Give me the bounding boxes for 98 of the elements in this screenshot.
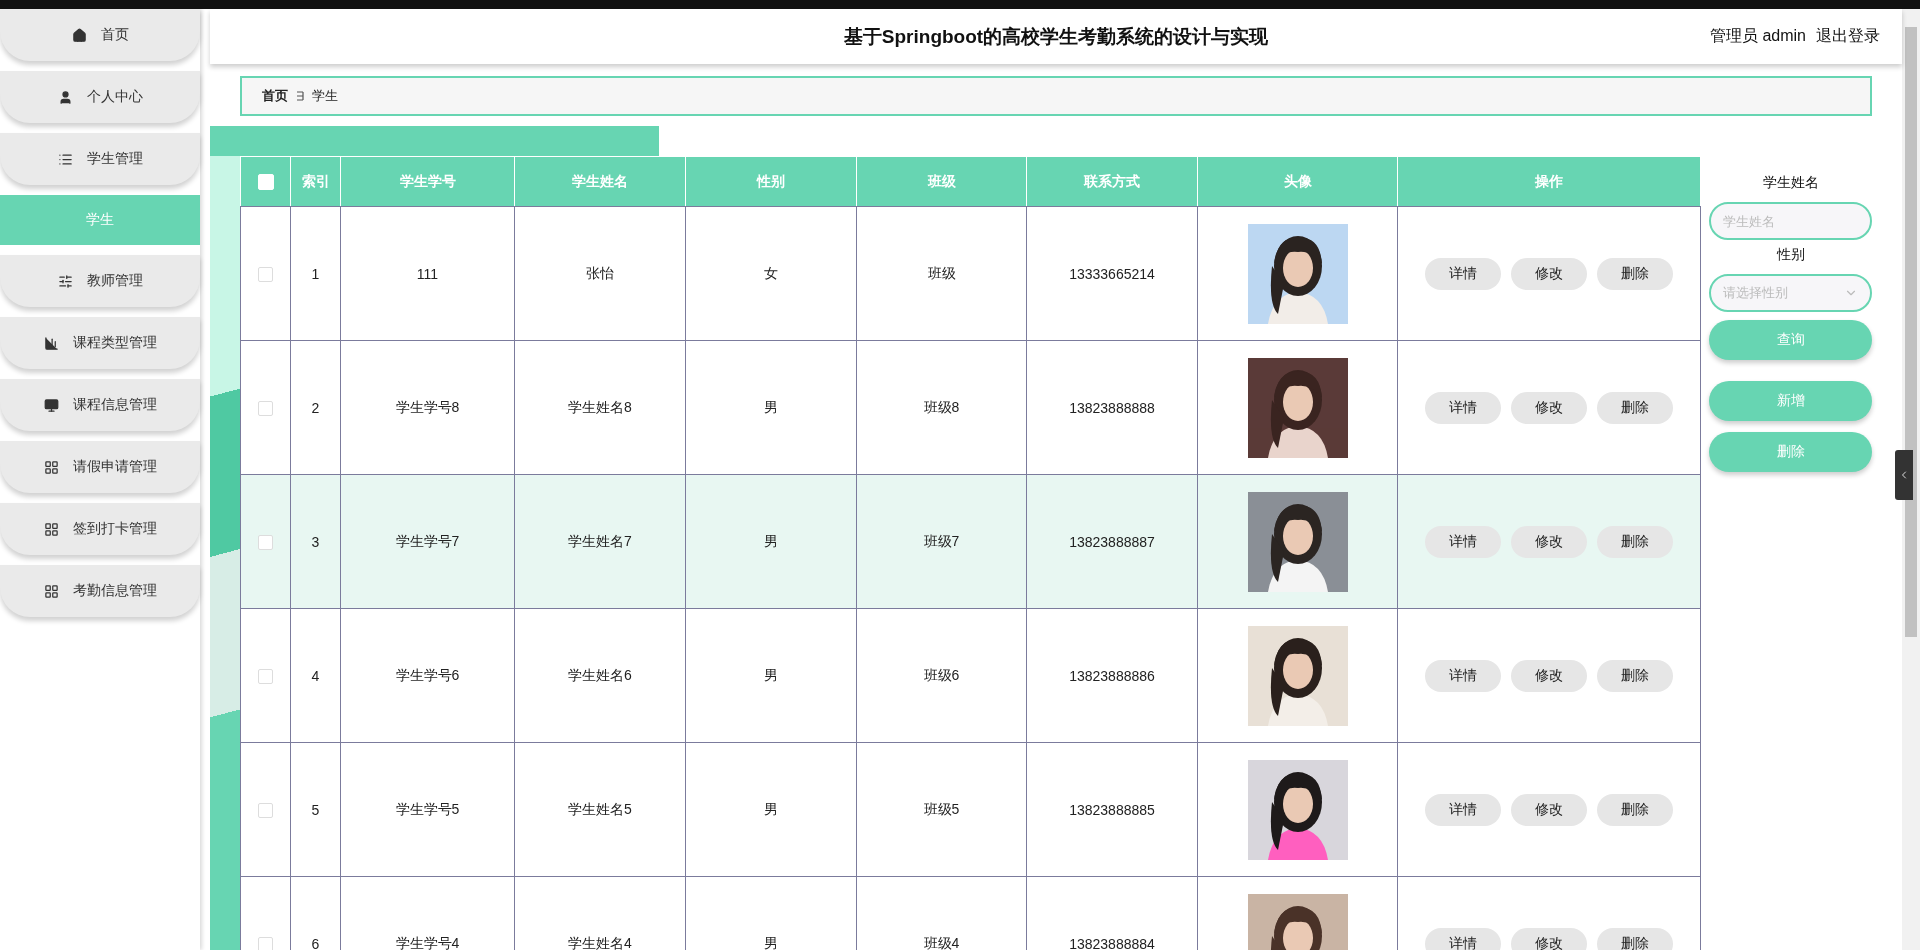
- menu-item-icon: [57, 151, 73, 167]
- table-cell: 111: [340, 206, 515, 341]
- table-row[interactable]: 1 111 张怡 女 班级 13333665214 详情 修改 删除: [240, 206, 1701, 341]
- table-cell: 张怡: [514, 206, 686, 341]
- menu-item-icon: [43, 397, 59, 413]
- row-checkbox[interactable]: [258, 936, 273, 950]
- action-button[interactable]: 删除: [1597, 391, 1673, 424]
- sidebar-item[interactable]: 课程类型管理: [0, 317, 200, 369]
- action-button[interactable]: 删除: [1597, 525, 1673, 558]
- table-cell: 学生姓名5: [514, 742, 686, 877]
- menu-item-icon: [43, 335, 59, 351]
- scrollbar[interactable]: [1902, 9, 1920, 950]
- table-cell: 女: [685, 206, 857, 341]
- sidebar-item[interactable]: 考勤信息管理: [0, 565, 200, 617]
- action-button[interactable]: 删除: [1597, 927, 1673, 950]
- separator-icon: [296, 91, 304, 101]
- action-button[interactable]: 修改: [1511, 257, 1587, 290]
- sidebar-item[interactable]: 首页: [0, 9, 200, 61]
- action-button[interactable]: 修改: [1511, 525, 1587, 558]
- table-row[interactable]: 5 学生学号5 学生姓名5 男 班级5 13823888885 详情 修改 删除: [240, 742, 1701, 877]
- row-checkbox[interactable]: [258, 266, 273, 282]
- table-cell: 班级6: [856, 608, 1027, 743]
- column-header: 学生学号: [340, 156, 515, 207]
- table-cell: 13823888886: [1026, 608, 1198, 743]
- user-label: 管理员 admin: [1709, 26, 1806, 46]
- action-button[interactable]: 修改: [1511, 927, 1587, 950]
- table-cell: 男: [685, 742, 857, 877]
- column-header: 联系方式: [1026, 156, 1198, 207]
- row-checkbox[interactable]: [258, 802, 273, 818]
- collapse-handle[interactable]: [1895, 450, 1913, 500]
- app-title: 基于Springboot的高校学生考勤系统的设计与实现: [843, 24, 1269, 49]
- table-row[interactable]: 3 学生学号7 学生姓名7 男 班级7 13823888887 详情 修改 删除: [240, 474, 1701, 609]
- action-button[interactable]: 详情: [1425, 793, 1501, 826]
- menu-item-icon: [43, 459, 59, 475]
- sidebar-item[interactable]: 个人中心: [0, 71, 200, 123]
- logout-link[interactable]: 退出登录: [1816, 26, 1880, 47]
- column-header: 学生姓名: [514, 156, 686, 207]
- table-cell: 13823888885: [1026, 742, 1198, 877]
- field-label: 学生姓名: [1762, 174, 1819, 192]
- menu-item-icon: [71, 27, 87, 43]
- row-checkbox[interactable]: [258, 400, 273, 416]
- action-button[interactable]: 详情: [1425, 391, 1501, 424]
- sidebar-item[interactable]: 签到打卡管理: [0, 503, 200, 555]
- field-label: 性别: [1776, 246, 1805, 264]
- table-cell: 学生姓名6: [514, 608, 686, 743]
- breadcrumb-link[interactable]: 学生: [312, 87, 338, 105]
- menu-item-icon: [43, 521, 59, 537]
- action-button[interactable]: 详情: [1425, 257, 1501, 290]
- table-cell: 学生姓名7: [514, 474, 686, 609]
- table-row[interactable]: 2 学生学号8 学生姓名8 男 班级8 13823888888 详情 修改 删除: [240, 340, 1701, 475]
- action-button[interactable]: 修改: [1511, 659, 1587, 692]
- sidebar-item[interactable]: 教师管理: [0, 255, 200, 307]
- menu-item-icon: [43, 583, 59, 599]
- sidebar-item[interactable]: 课程信息管理: [0, 379, 200, 431]
- table-cell: 学生学号7: [340, 474, 515, 609]
- action-button[interactable]: 详情: [1425, 525, 1501, 558]
- table-cell: 班级7: [856, 474, 1027, 609]
- menu-item-icon: [57, 273, 73, 289]
- table-cell: 男: [685, 340, 857, 475]
- table-cell: 13823888887: [1026, 474, 1198, 609]
- table-cell: 学生学号5: [340, 742, 515, 877]
- breadcrumb-link[interactable]: 首页: [262, 87, 288, 105]
- table-cell: 班级5: [856, 742, 1027, 877]
- row-checkbox[interactable]: [258, 534, 273, 550]
- action-button[interactable]: 修改: [1511, 391, 1587, 424]
- select-all-checkbox[interactable]: [257, 174, 274, 191]
- column-header: 索引: [290, 156, 341, 207]
- table-cell: 学生姓名8: [514, 340, 686, 475]
- input-field[interactable]: 学生姓名: [1709, 202, 1872, 240]
- action-button[interactable]: 详情: [1425, 659, 1501, 692]
- table-cell: 5: [290, 742, 341, 877]
- table-cell: 学生学号6: [340, 608, 515, 743]
- table-cell: 班级8: [856, 340, 1027, 475]
- action-button[interactable]: 删除: [1597, 793, 1673, 826]
- table-cell: 2: [290, 340, 341, 475]
- table-cell: 男: [685, 474, 857, 609]
- column-header: 操作: [1397, 156, 1701, 207]
- sidebar-item[interactable]: 请假申请管理: [0, 441, 200, 493]
- action-button[interactable]: 删除: [1597, 659, 1673, 692]
- column-header: 班级: [856, 156, 1027, 207]
- sidebar-item[interactable]: 学生管理: [0, 133, 200, 185]
- table-cell: 13823888888: [1026, 340, 1198, 475]
- menu-item-icon: [57, 89, 73, 105]
- table-cell: 3: [290, 474, 341, 609]
- action-button[interactable]: 详情: [1425, 927, 1501, 950]
- column-header: 头像: [1197, 156, 1398, 207]
- table-cell: 13333665214: [1026, 206, 1198, 341]
- row-checkbox[interactable]: [258, 668, 273, 684]
- table-cell: 学生学号8: [340, 340, 515, 475]
- column-header: 性别: [685, 156, 857, 207]
- table-cell: 4: [290, 608, 341, 743]
- table-row[interactable]: 6 学生学号4 学生姓名4 男 班级4 13823888884 详情 修改 删除: [240, 876, 1701, 950]
- table-row[interactable]: 4 学生学号6 学生姓名6 男 班级6 13823888886 详情 修改 删除: [240, 608, 1701, 743]
- table-cell: 1: [290, 206, 341, 341]
- action-button[interactable]: 删除: [1597, 257, 1673, 290]
- table-cell: 男: [685, 608, 857, 743]
- table-cell: 班级: [856, 206, 1027, 341]
- action-button[interactable]: 修改: [1511, 793, 1587, 826]
